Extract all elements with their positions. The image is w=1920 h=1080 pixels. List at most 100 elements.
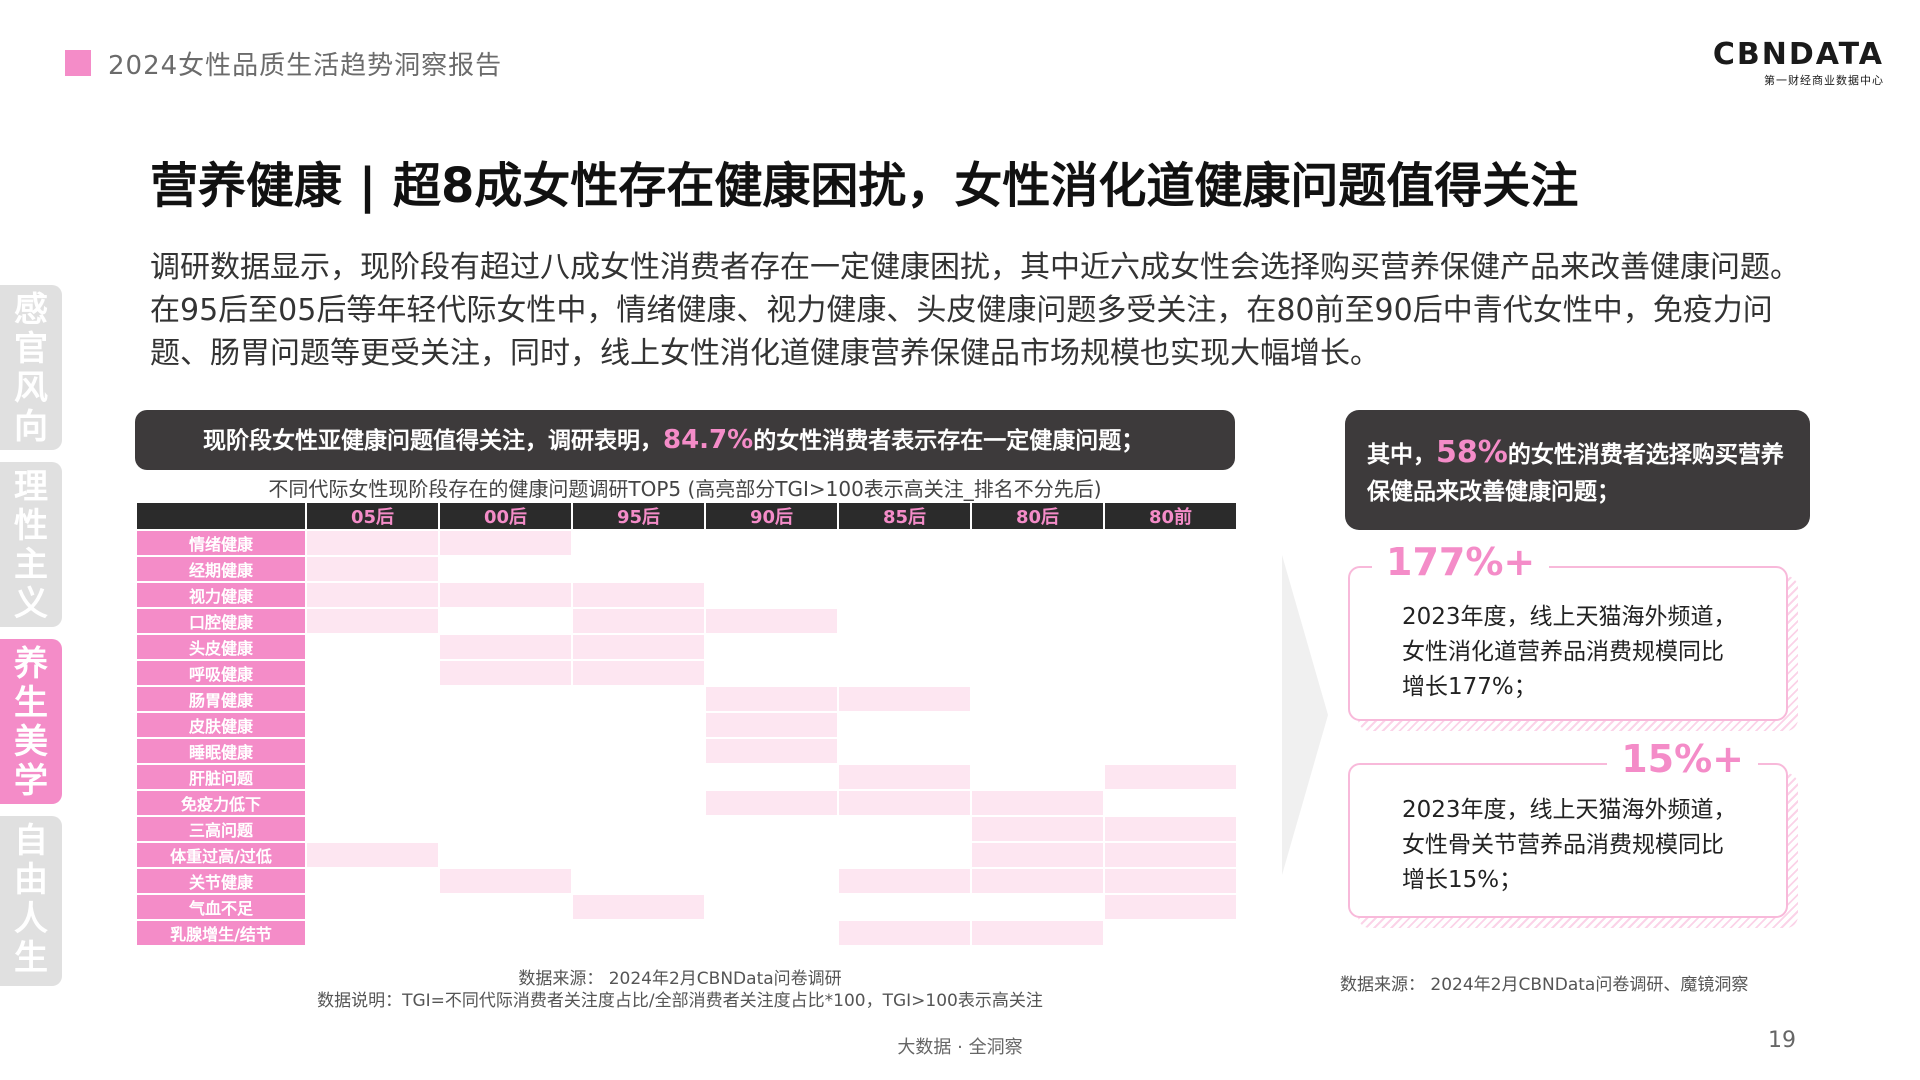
empty-cell (972, 583, 1103, 607)
empty-cell (706, 843, 837, 867)
empty-cell (1105, 791, 1236, 815)
empty-cell (839, 531, 970, 555)
highlighted-cell (573, 583, 704, 607)
empty-cell (972, 739, 1103, 763)
row-label: 肠胃健康 (137, 687, 305, 711)
empty-cell (839, 713, 970, 737)
empty-cell (307, 765, 438, 789)
table-body: 情绪健康 经期健康 视力健康 口腔健康 头皮健康 呼吸健康 肠胃健康 皮肤健康 睡眠健康 肝脏问题… (137, 531, 1236, 945)
stat-description: 2023年度，线上天猫海外频道， 女性骨关节营养品消费规模同比 增长15%； (1402, 793, 1737, 898)
empty-cell (440, 557, 571, 581)
cbndata-logo: CBNDATA 第一财经商业数据中心 (1713, 38, 1884, 88)
source-line: 数据来源： 2024年2月CBNData问卷调研 (518, 969, 842, 989)
table-row: 肠胃健康 (137, 687, 1236, 711)
empty-cell (307, 739, 438, 763)
empty-cell (573, 791, 704, 815)
empty-cell (1105, 635, 1236, 659)
row-label: 体重过高/过低 (137, 843, 305, 867)
banner-highlight-value: 58% (1436, 435, 1508, 470)
empty-cell (839, 609, 970, 633)
highlighted-cell (573, 895, 704, 919)
nav-tab-label: 养生美学 (14, 644, 48, 801)
highlighted-cell (1105, 765, 1236, 789)
table-row: 视力健康 (137, 583, 1236, 607)
banner-text-pre: 其中， (1367, 442, 1436, 468)
empty-cell (972, 713, 1103, 737)
highlighted-cell (839, 765, 970, 789)
tgi-note-line: 数据说明：TGI=不同代际消费者关注度占比/全部消费者关注度占比*100，TGI… (317, 991, 1043, 1011)
row-label: 口腔健康 (137, 609, 305, 633)
highlighted-cell (440, 531, 571, 555)
empty-cell (1105, 713, 1236, 737)
empty-cell (839, 817, 970, 841)
empty-cell (839, 635, 970, 659)
table-row: 情绪健康 (137, 531, 1236, 555)
empty-cell (307, 635, 438, 659)
table-row: 气血不足 (137, 895, 1236, 919)
highlighted-cell (839, 921, 970, 945)
empty-cell (1105, 609, 1236, 633)
empty-cell (307, 791, 438, 815)
empty-cell (706, 765, 837, 789)
empty-cell (1105, 661, 1236, 685)
row-label: 情绪健康 (137, 531, 305, 555)
stat-description: 2023年度，线上天猫海外频道， 女性消化道营养品消费规模同比 增长177%； (1402, 600, 1737, 705)
empty-cell (573, 765, 704, 789)
empty-cell (573, 739, 704, 763)
banner-text-post: 的女性消费者表示存在一定健康问题； (753, 428, 1145, 454)
nav-tab-wellness[interactable]: 养生美学 (0, 639, 62, 804)
empty-cell (307, 713, 438, 737)
empty-cell (440, 843, 571, 867)
empty-cell (573, 687, 704, 711)
highlighted-cell (1105, 895, 1236, 919)
highlighted-cell (972, 791, 1103, 815)
highlighted-cell (972, 869, 1103, 893)
gen-header: 80后 (972, 503, 1103, 529)
highlighted-cell (440, 635, 571, 659)
empty-cell (1105, 739, 1236, 763)
empty-cell (307, 869, 438, 893)
right-source-note: 数据来源： 2024年2月CBNData问卷调研、魔镜洞察 (1340, 975, 1749, 995)
highlighted-cell (839, 791, 970, 815)
highlighted-cell (972, 817, 1103, 841)
empty-cell (972, 765, 1103, 789)
row-label: 肝脏问题 (137, 765, 305, 789)
empty-cell (1105, 557, 1236, 581)
empty-cell (972, 635, 1103, 659)
gen-header: 00后 (440, 503, 571, 529)
empty-cell (1105, 687, 1236, 711)
empty-cell (706, 635, 837, 659)
empty-cell (440, 817, 571, 841)
nav-tab-rational[interactable]: 理性主义 (0, 462, 62, 627)
row-label: 乳腺增生/结节 (137, 921, 305, 945)
row-label: 气血不足 (137, 895, 305, 919)
stat-line: 女性消化道营养品消费规模同比 (1402, 639, 1724, 665)
empty-cell (307, 661, 438, 685)
highlighted-cell (440, 661, 571, 685)
chevron-right-icon (1282, 555, 1328, 875)
table-row: 体重过高/过低 (137, 843, 1236, 867)
empty-cell (706, 531, 837, 555)
empty-cell (440, 687, 571, 711)
highlighted-cell (307, 531, 438, 555)
empty-cell (839, 583, 970, 607)
table-row: 免疫力低下 (137, 791, 1236, 815)
header-square-icon (65, 50, 91, 76)
intro-paragraph: 调研数据显示，现阶段有超过八成女性消费者存在一定健康困扰，其中近六成女性会选择购… (150, 250, 1800, 371)
empty-cell (972, 661, 1103, 685)
empty-cell (440, 791, 571, 815)
empty-cell (706, 817, 837, 841)
nav-tab-free-life[interactable]: 自由人生 (0, 816, 62, 986)
highlighted-cell (440, 869, 571, 893)
highlighted-cell (573, 635, 704, 659)
highlighted-cell (1105, 817, 1236, 841)
empty-cell (839, 557, 970, 581)
nav-tab-sensory[interactable]: 感官风向 (0, 285, 62, 450)
highlighted-cell (573, 661, 704, 685)
left-source-note: 数据来源： 2024年2月CBNData问卷调研 数据说明：TGI=不同代际消费… (300, 968, 1060, 1012)
highlighted-cell (307, 609, 438, 633)
empty-cell (706, 895, 837, 919)
page-title: 营养健康 | 超8成女性存在健康困扰，女性消化道健康问题值得关注 (150, 158, 1579, 214)
health-issue-table: 05后 00后 95后 90后 85后 80后 80前 情绪健康 经期健康 视力健康… (135, 501, 1238, 947)
empty-cell (706, 921, 837, 945)
